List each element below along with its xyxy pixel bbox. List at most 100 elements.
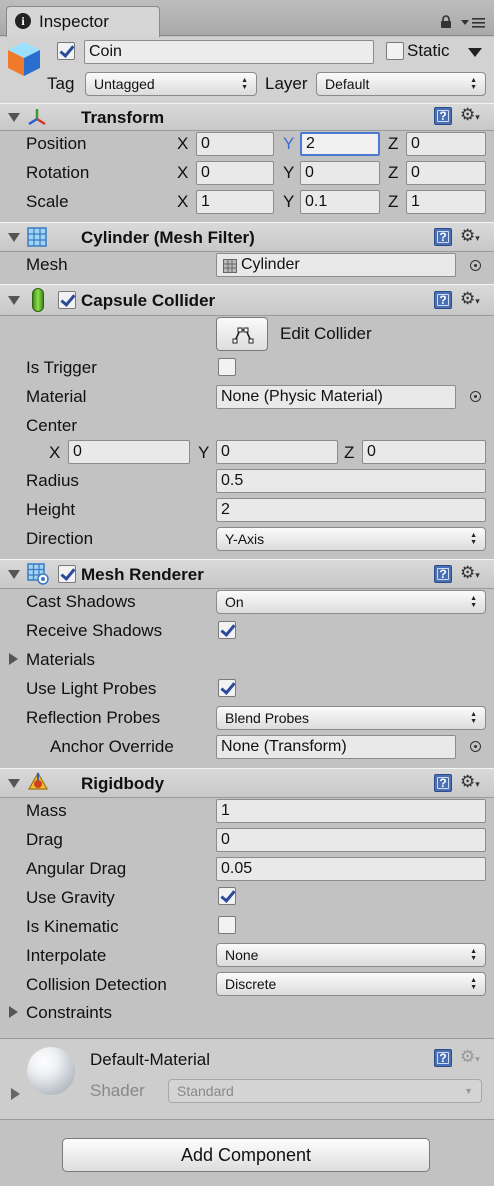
rigidbody-foldout-icon[interactable] [8,779,20,788]
position-x-field[interactable]: 0 [196,132,274,156]
height-label: Height [26,500,76,519]
angular-drag-field[interactable]: 0.05 [216,857,486,881]
cast-shadows-dropdown[interactable]: On ▲ ▼ [216,590,486,614]
anchor-override-field[interactable]: None (Transform) [216,735,456,759]
constraints-foldout-icon[interactable] [9,1006,18,1018]
mesh-filter-help-icon[interactable]: ? [434,228,452,246]
center-x-field[interactable]: 0 [68,440,190,464]
direction-dropdown[interactable]: Y-Axis ▲ ▼ [216,527,486,551]
dropdown-arrows-icon: ▲ ▼ [470,977,477,991]
position-y-field[interactable]: 2 [300,132,380,156]
center-z-field[interactable]: 0 [362,440,486,464]
collision-detection-dropdown[interactable]: Discrete ▲ ▼ [216,972,486,996]
gameobject-cube-icon [6,40,42,78]
tag-value: Untagged [94,76,155,92]
scale-z-field[interactable]: 1 [406,190,486,214]
rotation-x-field[interactable]: 0 [196,161,274,185]
static-toggle[interactable] [386,42,404,60]
material-gear-icon[interactable]: ⚙▾ [460,1048,480,1068]
rotation-z-field[interactable]: 0 [406,161,486,185]
transform-help-icon[interactable]: ? [434,107,452,125]
material-help-icon[interactable]: ? [434,1049,452,1067]
scale-y-label: Y [283,192,295,211]
use-gravity-toggle[interactable] [218,887,236,905]
rotation-z-label: Z [388,163,399,182]
interpolate-label: Interpolate [26,946,107,965]
material-foldout-icon[interactable] [11,1088,20,1100]
transform-foldout-icon[interactable] [8,113,20,122]
dropdown-arrows-icon: ▲ ▼ [470,532,477,546]
interpolate-dropdown[interactable]: None ▲ ▼ [216,943,486,967]
mesh-renderer-foldout-icon[interactable] [8,570,20,579]
gameobject-active-toggle[interactable] [57,42,75,60]
mesh-filter-title: Cylinder (Mesh Filter) [81,228,255,247]
materials-label[interactable]: Materials [26,650,95,670]
is-trigger-toggle[interactable] [218,358,236,376]
center-z-label: Z [344,443,355,462]
material-label: Material [26,387,87,406]
edit-collider-button[interactable] [216,317,268,351]
radius-field[interactable]: 0.5 [216,469,486,493]
drag-label: Drag [26,830,63,849]
rigidbody-title: Rigidbody [81,774,165,793]
transform-header[interactable] [0,103,494,131]
gameobject-name-field[interactable]: Coin [84,40,374,64]
rotation-y-label: Y [283,163,295,182]
is-kinematic-toggle[interactable] [218,916,236,934]
edit-collider-label: Edit Collider [280,324,372,343]
use-light-probes-toggle[interactable] [218,679,236,697]
material-picker-icon[interactable] [470,391,481,402]
tab-menu-icon[interactable] [460,14,486,28]
mesh-renderer-title: Mesh Renderer [81,565,204,584]
add-component-button[interactable]: Add Component [62,1138,430,1172]
center-y-field[interactable]: 0 [216,440,338,464]
reflection-probes-dropdown[interactable]: Blend Probes ▲ ▼ [216,706,486,730]
rigidbody-gear-icon[interactable]: ⚙▾ [460,773,480,793]
mesh-filter-gear-icon[interactable]: ⚙▾ [460,227,480,247]
scale-label: Scale [26,192,69,211]
position-x-label: X [177,134,189,153]
materials-foldout-icon[interactable] [9,653,18,665]
shader-label: Shader [90,1081,145,1100]
scale-y-field[interactable]: 0.1 [300,190,380,214]
physic-material-field[interactable]: None (Physic Material) [216,385,456,409]
mesh-renderer-gear-icon[interactable]: ⚙▾ [460,564,480,584]
capsule-collider-foldout-icon[interactable] [8,296,20,305]
mesh-renderer-enabled-toggle[interactable] [58,565,76,583]
mesh-field[interactable]: Cylinder [216,253,456,277]
rigidbody-header[interactable] [0,768,494,798]
drag-field[interactable]: 0 [216,828,486,852]
rotation-y-field[interactable]: 0 [300,161,380,185]
scale-x-field[interactable]: 1 [196,190,274,214]
mesh-picker-icon[interactable] [470,260,481,271]
rotation-label: Rotation [26,163,90,182]
mass-field[interactable]: 1 [216,799,486,823]
static-dropdown-icon[interactable] [468,48,482,57]
interpolate-value: None [225,947,259,963]
dropdown-arrows-icon: ▲ ▼ [470,595,477,609]
position-z-field[interactable]: 0 [406,132,486,156]
capsule-collider-enabled-toggle[interactable] [58,291,76,309]
transform-gear-icon[interactable]: ⚙▾ [460,106,480,126]
radius-label: Radius [26,471,79,490]
height-field[interactable]: 2 [216,498,486,522]
mesh-value: Cylinder [241,256,300,273]
receive-shadows-toggle[interactable] [218,621,236,639]
rigidbody-icon [27,771,49,793]
constraints-label[interactable]: Constraints [26,1003,112,1023]
reflection-probes-value: Blend Probes [225,710,310,726]
capsule-collider-help-icon[interactable]: ? [434,291,452,309]
layer-dropdown[interactable]: Default ▲ ▼ [316,72,486,96]
anchor-override-picker-icon[interactable] [470,741,481,752]
tab-inspector[interactable]: i Inspector [6,6,160,37]
tag-dropdown[interactable]: Untagged ▲ ▼ [85,72,257,96]
reflection-probes-label: Reflection Probes [26,708,161,727]
capsule-collider-gear-icon[interactable]: ⚙▾ [460,290,480,310]
shader-dropdown: Standard ▼ [168,1079,482,1103]
rigidbody-help-icon[interactable]: ? [434,774,452,792]
lock-icon[interactable] [440,14,452,28]
tab-title: Inspector [39,12,109,31]
position-z-label: Z [388,134,399,153]
mesh-filter-foldout-icon[interactable] [8,233,20,242]
mesh-renderer-help-icon[interactable]: ? [434,565,452,583]
